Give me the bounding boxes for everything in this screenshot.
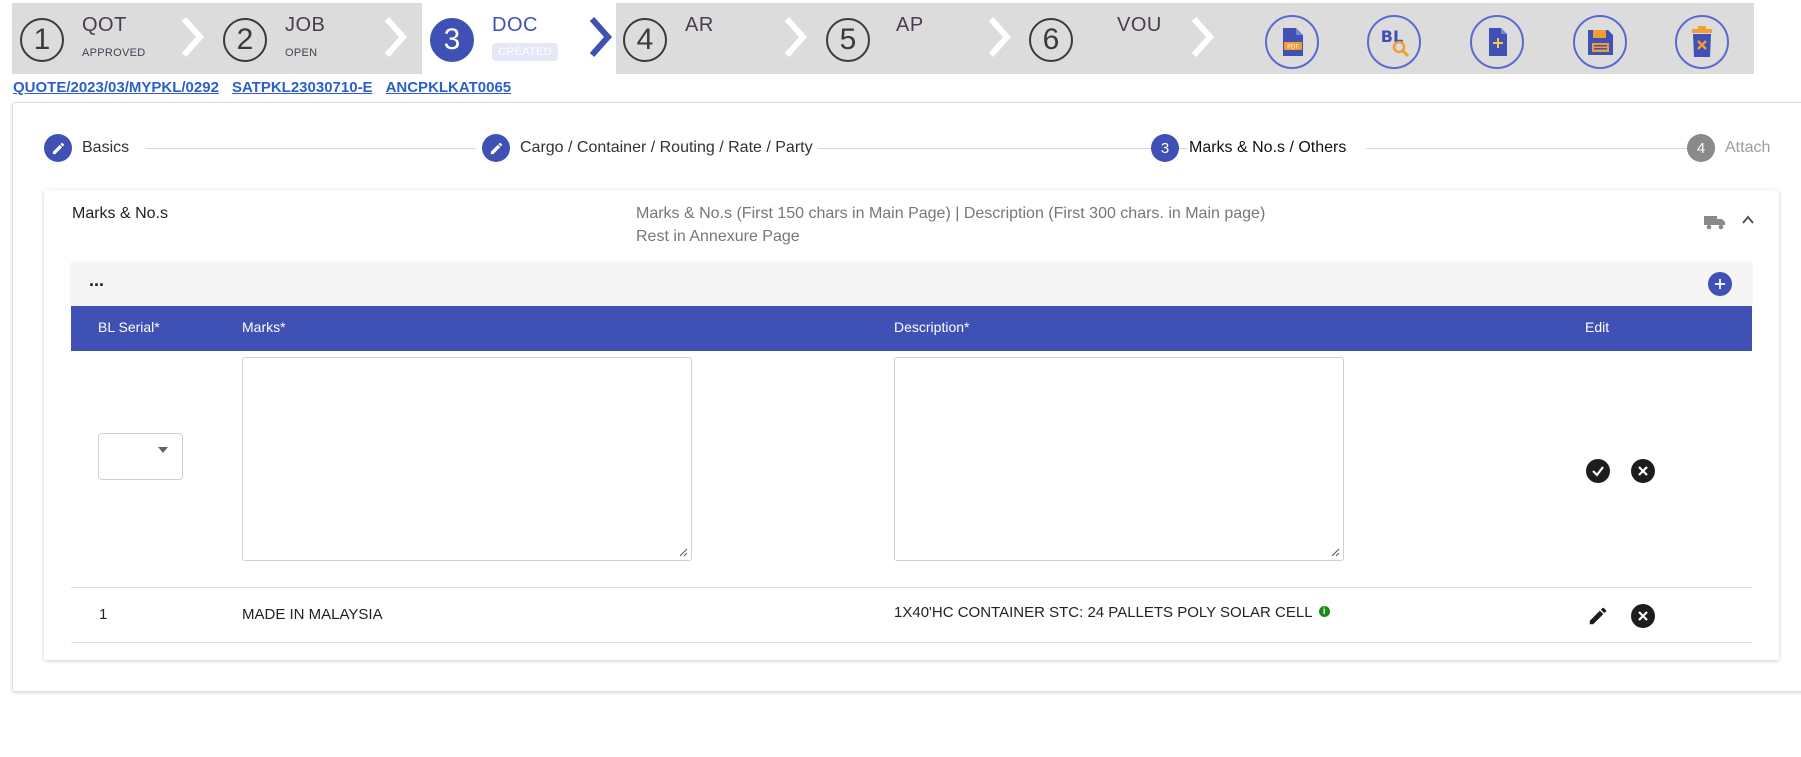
section-title: Marks & No.s [72, 205, 169, 222]
stage-number: 5 [826, 18, 870, 62]
truck-icon [1704, 216, 1725, 230]
form-stepper: Basics Cargo / Container / Routing / Rat… [44, 134, 1801, 164]
stage-number: 2 [223, 18, 267, 62]
save-icon [1588, 30, 1613, 55]
stage-ap[interactable]: 5 AP [818, 3, 978, 74]
edit-icon [44, 134, 72, 162]
section-hint-annexure: Rest in Annexure Page [636, 228, 800, 245]
marks-textarea[interactable] [242, 357, 692, 561]
stage-qot[interactable]: 1 QOT APPROVED [12, 3, 192, 74]
column-header-description: Description* [894, 319, 970, 335]
more-options[interactable]: ... [89, 270, 104, 291]
chevron-right-icon [783, 15, 808, 59]
step-cargo[interactable]: Cargo / Container / Routing / Rate / Par… [482, 134, 813, 162]
stage-status: OPEN [285, 47, 318, 59]
table-toolbar: ... [71, 262, 1752, 306]
step-label: Basics [82, 139, 130, 156]
chevron-right-icon [588, 15, 613, 59]
bl-serial-select[interactable] [98, 433, 183, 480]
delete-icon [1692, 26, 1712, 57]
info-icon[interactable]: i [1318, 606, 1330, 617]
stage-status: APPROVED [82, 47, 146, 59]
marks-cell: MADE IN MALAYSIA [242, 606, 383, 623]
table-header: BL Serial* Marks* Description* Edit [71, 306, 1752, 351]
step-connector [146, 148, 476, 149]
table-row: 1 MADE IN MALAYSIA 1X40'HC CONTAINER STC… [71, 588, 1752, 643]
delete-button[interactable] [1675, 15, 1729, 69]
step-connector [818, 148, 1188, 149]
breadcrumb: QUOTE/2023/03/MYPKL/0292 SATPKL23030710-… [13, 79, 511, 96]
pdf-button[interactable]: PDF [1265, 15, 1319, 69]
table-edit-row [71, 351, 1752, 588]
stage-code: AP [896, 14, 924, 36]
description-textarea[interactable] [894, 357, 1344, 561]
add-document-button[interactable] [1470, 15, 1524, 69]
cancel-edit-button[interactable] [1631, 459, 1655, 483]
chevron-right-icon [987, 15, 1012, 59]
doc-link[interactable]: ANCPKLKAT0065 [386, 79, 512, 96]
job-link[interactable]: SATPKL23030710-E [232, 79, 373, 96]
step-number: 4 [1687, 134, 1715, 162]
confirm-button[interactable] [1586, 459, 1610, 483]
column-header-bl-serial: BL Serial* [98, 319, 160, 335]
bl-preview-button[interactable]: BL [1367, 15, 1421, 69]
stage-job[interactable]: 2 JOB OPEN [215, 3, 375, 74]
stage-number: 3 [430, 18, 474, 62]
stage-code: AR [685, 14, 714, 36]
step-label: Attach [1725, 139, 1771, 156]
check-icon [1592, 466, 1604, 477]
step-label: Cargo / Container / Routing / Rate / Par… [520, 139, 813, 156]
marks-card: Marks & No.s Marks & No.s (First 150 cha… [44, 190, 1779, 660]
bl-serial-cell: 1 [99, 606, 108, 623]
close-icon [1638, 466, 1648, 476]
pdf-file-icon: PDF [1283, 28, 1303, 56]
stage-number: 4 [623, 18, 667, 62]
step-connector [1366, 148, 1716, 149]
chevron-right-icon [1190, 15, 1215, 59]
bl-preview-icon: BL [1381, 27, 1410, 58]
chevron-right-icon [383, 15, 408, 59]
resize-handle-icon[interactable] [678, 547, 688, 557]
stage-status-badge: CREATED [492, 43, 558, 61]
description-text: 1X40'HC CONTAINER STC: 24 PALLETS POLY S… [894, 604, 1313, 621]
stage-code: QOT [82, 14, 127, 36]
stage-code: JOB [285, 14, 326, 36]
step-marks[interactable]: 3 Marks & No.s / Others [1151, 134, 1346, 162]
edit-icon [482, 134, 510, 162]
stage-vou[interactable]: 6 VOU [1021, 3, 1181, 74]
pencil-icon [1589, 607, 1607, 625]
stage-ar[interactable]: 4 AR [615, 3, 775, 74]
caret-down-icon [158, 447, 168, 453]
resize-handle-icon[interactable] [1330, 547, 1340, 557]
stage-doc[interactable]: 3 DOC CREATED [422, 3, 616, 74]
column-header-edit: Edit [1585, 319, 1610, 335]
stage-number: 6 [1029, 18, 1073, 62]
pdf-label: PDF [1287, 44, 1299, 51]
chevron-right-icon [180, 15, 205, 59]
add-row-button[interactable] [1708, 272, 1732, 296]
step-label: Marks & No.s / Others [1189, 139, 1347, 156]
add-document-icon [1489, 28, 1507, 56]
stage-number: 1 [20, 18, 64, 62]
column-header-marks: Marks* [242, 319, 286, 335]
section-hint: Marks & No.s (First 150 chars in Main Pa… [636, 205, 1266, 222]
quote-link[interactable]: QUOTE/2023/03/MYPKL/0292 [13, 79, 219, 96]
close-icon [1638, 611, 1648, 621]
delete-row-button[interactable] [1631, 604, 1655, 628]
chevron-up-icon[interactable] [1740, 212, 1756, 228]
stage-code: VOU [1117, 14, 1162, 36]
stage-code: DOC [492, 14, 538, 36]
step-number: 3 [1151, 134, 1179, 162]
workflow-bar: 1 QOT APPROVED 2 JOB OPEN 3 DOC CREATED … [12, 3, 1754, 74]
edit-row-button[interactable] [1587, 605, 1609, 627]
description-cell: 1X40'HC CONTAINER STC: 24 PALLETS POLY S… [894, 604, 1330, 621]
plus-icon [1714, 278, 1726, 290]
step-basics[interactable]: Basics [44, 134, 129, 162]
step-attach[interactable]: 4 Attach [1687, 134, 1770, 162]
save-button[interactable] [1573, 15, 1627, 69]
